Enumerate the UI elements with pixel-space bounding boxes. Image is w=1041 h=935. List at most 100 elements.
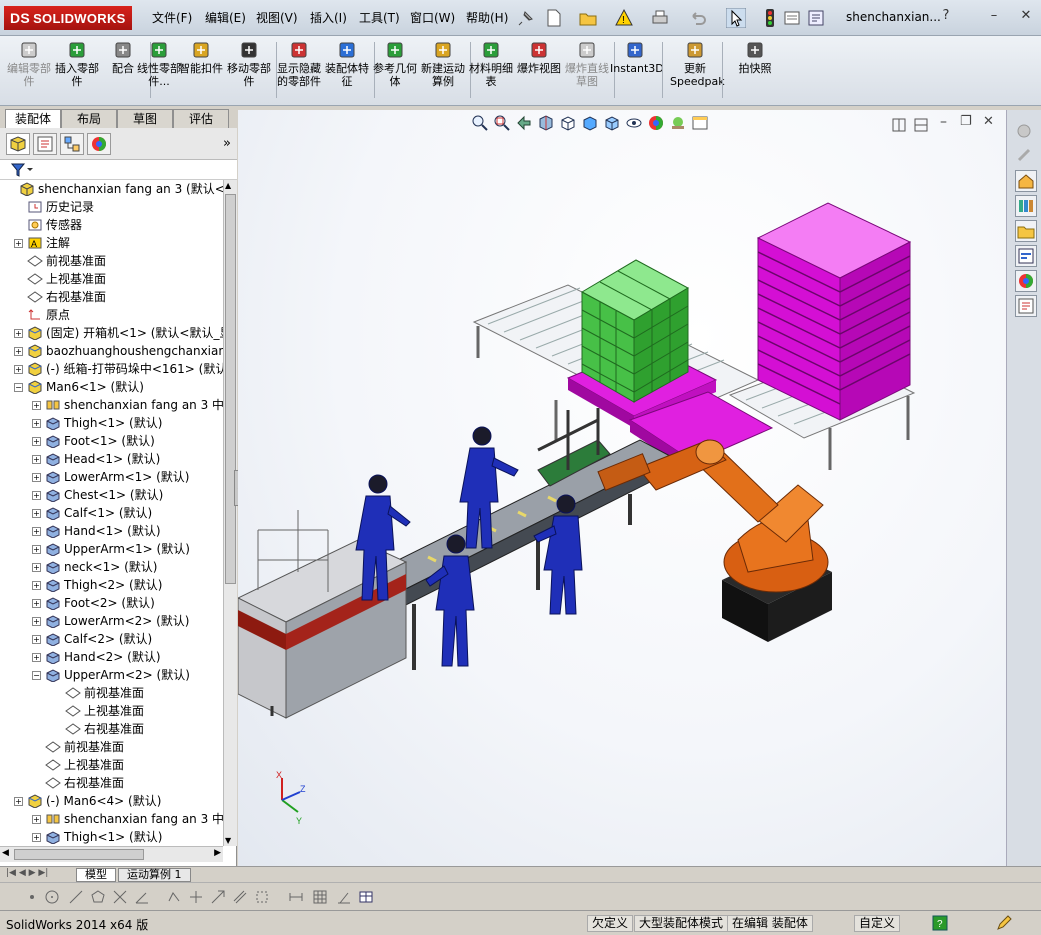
intersection-icon[interactable] — [112, 889, 128, 905]
cmd-instant3d-button[interactable]: Instant3D — [610, 40, 664, 75]
trim-icon[interactable] — [188, 889, 204, 905]
cmd-show-hidden-button[interactable]: 显示隐藏的零部件 — [274, 40, 324, 88]
tree-item[interactable]: 右视基准面 — [14, 288, 106, 306]
tree-item[interactable]: + Chest<1> (默认) — [32, 486, 163, 504]
tree-item[interactable]: shenchanxian fang an 3 (默认<默认_显 — [6, 180, 223, 198]
print-icon[interactable] — [650, 8, 670, 28]
solidworks-logo[interactable]: DS SOLIDWORKS — [4, 6, 132, 30]
options-icon[interactable] — [782, 8, 802, 28]
tree-item[interactable]: − Man6<1> (默认) — [14, 378, 144, 396]
menu-edit[interactable]: 编辑(E) — [205, 9, 246, 26]
pencil-icon[interactable] — [996, 915, 1014, 931]
expand-toggle-icon[interactable]: + — [32, 418, 41, 428]
tab-sketch[interactable]: 草图 — [117, 109, 173, 128]
select-arrow-icon[interactable] — [726, 8, 746, 28]
feature-manager-tab[interactable] — [6, 133, 30, 155]
tree-item[interactable]: + (-) Man6<4> (默认) — [14, 792, 161, 810]
tree-item[interactable]: + A 注解 — [14, 234, 70, 252]
line-icon[interactable] — [68, 889, 84, 905]
menu-view[interactable]: 视图(V) — [256, 9, 298, 26]
cmd-edit-component-button[interactable]: 编辑零部件 — [4, 40, 54, 88]
relation-icon[interactable] — [336, 889, 352, 905]
tree-scroll-thumb[interactable] — [225, 194, 236, 584]
construction-icon[interactable] — [254, 889, 270, 905]
close-window-button[interactable]: ✕ — [1018, 8, 1034, 24]
expand-toggle-icon[interactable]: + — [14, 346, 23, 356]
expand-toggle-icon[interactable]: + — [32, 562, 41, 572]
tree-item[interactable]: 上视基准面 — [32, 756, 124, 774]
minimize-button[interactable]: – — [986, 8, 1002, 24]
expand-toggle-icon[interactable]: − — [14, 382, 23, 392]
tree-item[interactable]: + UpperArm<1> (默认) — [32, 540, 190, 558]
tab-motion-study[interactable]: 运动算例 1 — [118, 868, 191, 882]
table-icon[interactable] — [358, 889, 374, 905]
dimension-icon[interactable] — [288, 889, 304, 905]
tab-nav-arrows-icon[interactable]: |◀ ◀ ▶ ▶| — [6, 868, 48, 878]
expand-toggle-icon[interactable]: + — [32, 490, 41, 500]
task-custom-properties-button[interactable] — [1015, 295, 1037, 317]
tree-item[interactable]: + shenchanxian fang an 3 中的配合 — [32, 396, 223, 414]
cmd-snapshot-button[interactable]: 拍快照 — [730, 40, 780, 75]
angle-icon[interactable] — [134, 889, 150, 905]
expand-toggle-icon[interactable]: + — [32, 508, 41, 518]
tree-horizontal-scrollbar[interactable]: ◀ ▶ — [0, 846, 223, 862]
expand-toggle-icon[interactable]: + — [32, 472, 41, 482]
tree-item[interactable]: + (-) 纸箱-打带码垛中<161> (默认) — [14, 360, 223, 378]
extend-icon[interactable] — [210, 889, 226, 905]
cmd-exploded-view-button[interactable]: 爆炸视图 — [514, 40, 564, 75]
task-home-button[interactable] — [1015, 170, 1037, 192]
configuration-manager-tab[interactable] — [60, 133, 84, 155]
menu-window[interactable]: 窗口(W) — [410, 9, 455, 26]
cmd-smart-fastener-button[interactable]: 智能扣件 — [176, 40, 226, 75]
menu-file[interactable]: 文件(F) — [152, 9, 192, 26]
tree-item[interactable]: + Thigh<1> (默认) — [32, 414, 162, 432]
tree-item[interactable]: 前视基准面 — [14, 252, 106, 270]
cmd-reference-geometry-button[interactable]: 参考几何体 — [370, 40, 420, 88]
graphics-area[interactable]: – ❐ ✕ X Y Z — [238, 110, 1006, 866]
expand-toggle-icon[interactable]: + — [14, 364, 23, 374]
task-view-palette-button[interactable] — [1015, 245, 1037, 267]
cmd-move-component-button[interactable]: 移动零部件 — [224, 40, 274, 88]
tree-item[interactable]: + Hand<2> (默认) — [32, 648, 161, 666]
point-icon[interactable] — [24, 889, 40, 905]
menu-tools[interactable]: 工具(T) — [359, 9, 400, 26]
tree-item[interactable]: 前视基准面 — [32, 738, 124, 756]
status-custom-units[interactable]: 自定义 — [854, 915, 901, 932]
scroll-left-icon[interactable]: ◀ — [2, 848, 9, 858]
menu-insert[interactable]: 插入(I) — [310, 9, 347, 26]
tree-item[interactable]: + Foot<1> (默认) — [32, 432, 155, 450]
tree-item[interactable]: 右视基准面 — [32, 774, 124, 792]
tree-item[interactable]: + LowerArm<2> (默认) — [32, 612, 190, 630]
display-manager-tab[interactable] — [87, 133, 111, 155]
expand-toggle-icon[interactable]: + — [32, 832, 41, 842]
tree-item[interactable]: − UpperArm<2> (默认) — [32, 666, 190, 684]
tree-item[interactable]: 上视基准面 — [14, 270, 106, 288]
tree-item[interactable]: + (固定) 开箱机<1> (默认<默认_显示 — [14, 324, 223, 342]
expand-toggle-icon[interactable]: + — [32, 400, 41, 410]
tree-item[interactable]: + neck<1> (默认) — [32, 558, 157, 576]
circle-icon[interactable] — [44, 889, 60, 905]
tree-item[interactable]: + shenchanxian fang an 3 中的配合 — [32, 810, 223, 828]
expand-toggle-icon[interactable]: + — [32, 634, 41, 644]
tree-vertical-scrollbar[interactable]: ▲ ▼ — [223, 180, 237, 846]
help-icon[interactable]: ? — [932, 915, 948, 931]
expand-toggle-icon[interactable]: + — [14, 238, 23, 248]
scroll-up-icon[interactable]: ▲ — [225, 181, 231, 190]
scroll-down-icon[interactable]: ▼ — [225, 836, 231, 845]
cmd-explode-line-button[interactable]: 爆炸直线草图 — [562, 40, 612, 88]
cmd-motion-study-button[interactable]: 新建运动算例 — [418, 40, 468, 88]
tree-item[interactable]: 上视基准面 — [52, 702, 144, 720]
tree-item[interactable]: + Thigh<2> (默认) — [32, 576, 162, 594]
expand-toggle-icon[interactable]: + — [32, 814, 41, 824]
filter-icon[interactable] — [10, 162, 34, 178]
expand-toggle-icon[interactable]: − — [32, 670, 41, 680]
undo-icon[interactable] — [688, 8, 708, 28]
panel-expand-button[interactable]: » — [223, 136, 231, 151]
tree-item[interactable]: + Head<1> (默认) — [32, 450, 160, 468]
task-appearances-button[interactable] — [1015, 270, 1037, 292]
expand-toggle-icon[interactable]: + — [14, 328, 23, 338]
tree-item[interactable]: + Calf<2> (默认) — [32, 630, 152, 648]
rebuild-warning-icon[interactable]: ! — [614, 8, 634, 28]
tab-model[interactable]: 模型 — [76, 868, 116, 882]
expand-toggle-icon[interactable]: + — [32, 598, 41, 608]
